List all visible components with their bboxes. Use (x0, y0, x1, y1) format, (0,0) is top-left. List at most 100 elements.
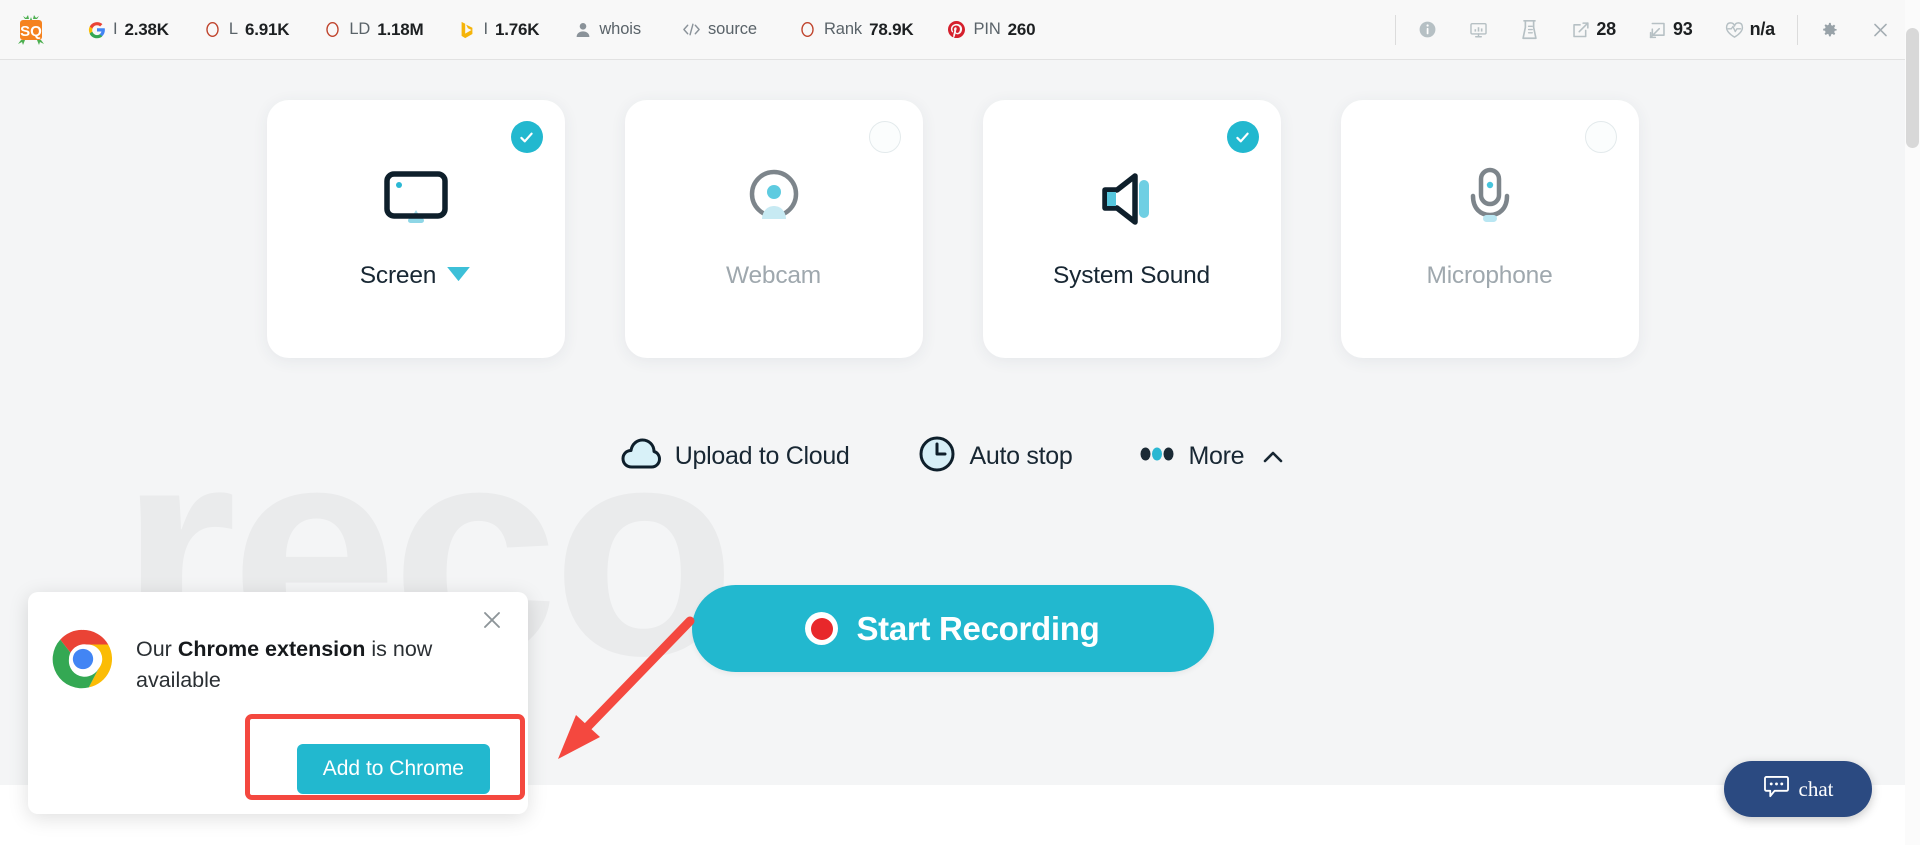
seo-metric-pinterest[interactable]: PIN 260 (930, 10, 1052, 50)
promo-body: Our Chrome extension is now available (52, 618, 504, 696)
person-icon (573, 20, 592, 39)
seo-metric-value: 78.9K (869, 19, 914, 39)
chat-widget-label: chat (1798, 776, 1834, 801)
promo-text: Our Chrome extension is now available (136, 628, 466, 696)
system-sound-card-label-row: System Sound (1053, 262, 1210, 290)
circle-o-icon (798, 20, 817, 39)
seo-metric-value: 6.91K (244, 19, 290, 39)
external-link-icon (1571, 20, 1590, 39)
screen-card-label: Screen (359, 262, 437, 289)
source-cards: Screen Webcam System Sound Microphone (0, 100, 1905, 358)
monitor-icon (379, 166, 453, 232)
svg-text:SQ: SQ (20, 23, 42, 40)
speaker-icon (1097, 166, 1167, 232)
close-toolbar-button[interactable] (1855, 10, 1906, 50)
seo-metric-label: source (708, 20, 757, 38)
chevron-up-icon[interactable] (1262, 450, 1284, 464)
chat-bubble-icon (1763, 775, 1790, 804)
chat-widget-button[interactable]: chat (1724, 761, 1872, 817)
seo-metric-bing-index[interactable]: I 1.76K (440, 10, 556, 50)
pinterest-icon (947, 20, 966, 39)
page-health-button[interactable]: n/a (1709, 10, 1791, 50)
seo-metric-label: PIN (973, 20, 1001, 38)
promo-actions: Add to Chrome (28, 744, 528, 794)
add-to-chrome-button[interactable]: Add to Chrome (296, 744, 490, 794)
internal-link-icon (1648, 20, 1667, 39)
page-scrollbar-thumb[interactable] (1906, 28, 1919, 148)
seo-metric-linking-domains[interactable]: LD 1.18M (306, 10, 440, 50)
external-links-button[interactable]: 28 (1555, 10, 1632, 50)
bing-icon (457, 20, 476, 39)
seo-audit-button[interactable] (1504, 10, 1555, 50)
beaker-icon (1520, 19, 1539, 39)
microphone-icon (1461, 166, 1519, 232)
heartbeat-icon (1725, 20, 1744, 39)
auto-stop-label: Auto stop (969, 442, 1073, 470)
seo-metrics-list: I 2.38K L 6.91K LD 1.18M I 1.76K whois s… (70, 10, 1052, 50)
promo-text-bold: Chrome extension (177, 637, 366, 661)
webcam-card-label: Webcam (725, 262, 822, 289)
seo-metric-google-index[interactable]: I 2.38K (70, 10, 186, 50)
google-icon (87, 20, 106, 39)
source-card-system-sound[interactable]: System Sound (982, 100, 1281, 358)
source-card-webcam[interactable]: Webcam (624, 100, 923, 358)
more-label: More (1188, 442, 1245, 470)
recorder-options: Upload to Cloud Auto stop More (0, 435, 1905, 478)
clock-icon (918, 435, 956, 478)
seo-metric-value: 2.38K (124, 19, 169, 39)
seo-metric-label: L (228, 20, 238, 38)
dots-icon (1140, 447, 1174, 466)
start-recording-label: Start Recording (856, 609, 1100, 647)
seo-metric-label: Rank (823, 20, 863, 38)
cloud-icon (621, 437, 661, 476)
seo-metric-links[interactable]: L 6.91K (186, 10, 306, 50)
circle-o-icon (203, 20, 222, 39)
seo-metric-label: I (483, 20, 488, 38)
page-health-value: n/a (1749, 19, 1776, 39)
seo-metric-alexa-rank[interactable]: Rank 78.9K (781, 10, 931, 50)
promo-text-before: Our (136, 637, 178, 661)
seo-metric-whois[interactable]: whois (556, 10, 665, 50)
chrome-logo-icon (52, 628, 114, 695)
seo-dashboard-button[interactable] (1453, 10, 1504, 50)
start-recording-button[interactable]: Start Recording (691, 585, 1214, 672)
microphone-checkbox-unchecked[interactable] (1584, 121, 1617, 153)
internal-links-button[interactable]: 93 (1632, 10, 1709, 50)
seo-toolbar-tools: 28 93 n/a (1389, 10, 1906, 50)
gear-icon (1820, 20, 1839, 39)
dashboard-icon (1469, 20, 1488, 39)
seo-metric-source[interactable]: source (665, 10, 781, 50)
record-dot-icon (805, 612, 839, 645)
seo-toolbar: SQ I 2.38K L 6.91K LD 1.18M I 1.76K whoi… (0, 0, 1920, 60)
screen-card-label-row: Screen (360, 262, 471, 290)
microphone-card-label-row: Microphone (1426, 262, 1552, 290)
webcam-card-label-row: Webcam (726, 262, 821, 290)
webcam-icon (740, 166, 808, 232)
option-auto-stop[interactable]: Auto stop (918, 435, 1073, 478)
settings-button[interactable] (1804, 10, 1855, 50)
chevron-down-icon[interactable] (446, 262, 471, 290)
circle-o-icon (323, 20, 342, 39)
page-info-button[interactable] (1402, 10, 1453, 50)
chrome-extension-promo: Our Chrome extension is now available Ad… (28, 592, 528, 814)
screen-checkbox-checked[interactable] (510, 121, 543, 153)
system-sound-checkbox-checked[interactable] (1226, 121, 1259, 153)
option-upload-to-cloud[interactable]: Upload to Cloud (621, 437, 850, 476)
close-icon (1871, 20, 1890, 39)
promo-close-icon[interactable] (478, 606, 506, 634)
internal-links-value: 93 (1672, 19, 1693, 39)
seo-metric-label: LD (349, 20, 371, 38)
seo-metric-value: 260 (1007, 19, 1036, 39)
upload-to-cloud-label: Upload to Cloud (674, 442, 850, 470)
info-icon (1418, 20, 1437, 39)
option-more[interactable]: More (1140, 442, 1284, 471)
seo-metric-value: 1.76K (494, 19, 540, 39)
microphone-card-label: Microphone (1426, 262, 1553, 289)
webcam-checkbox-unchecked[interactable] (868, 121, 901, 153)
toolbar-divider (1395, 14, 1397, 45)
source-card-screen[interactable]: Screen (266, 100, 565, 358)
page-scrollbar-track[interactable] (1905, 0, 1920, 845)
system-sound-card-label: System Sound (1053, 262, 1210, 289)
source-card-microphone[interactable]: Microphone (1340, 100, 1639, 358)
seoquake-logo-icon[interactable]: SQ (14, 13, 48, 47)
